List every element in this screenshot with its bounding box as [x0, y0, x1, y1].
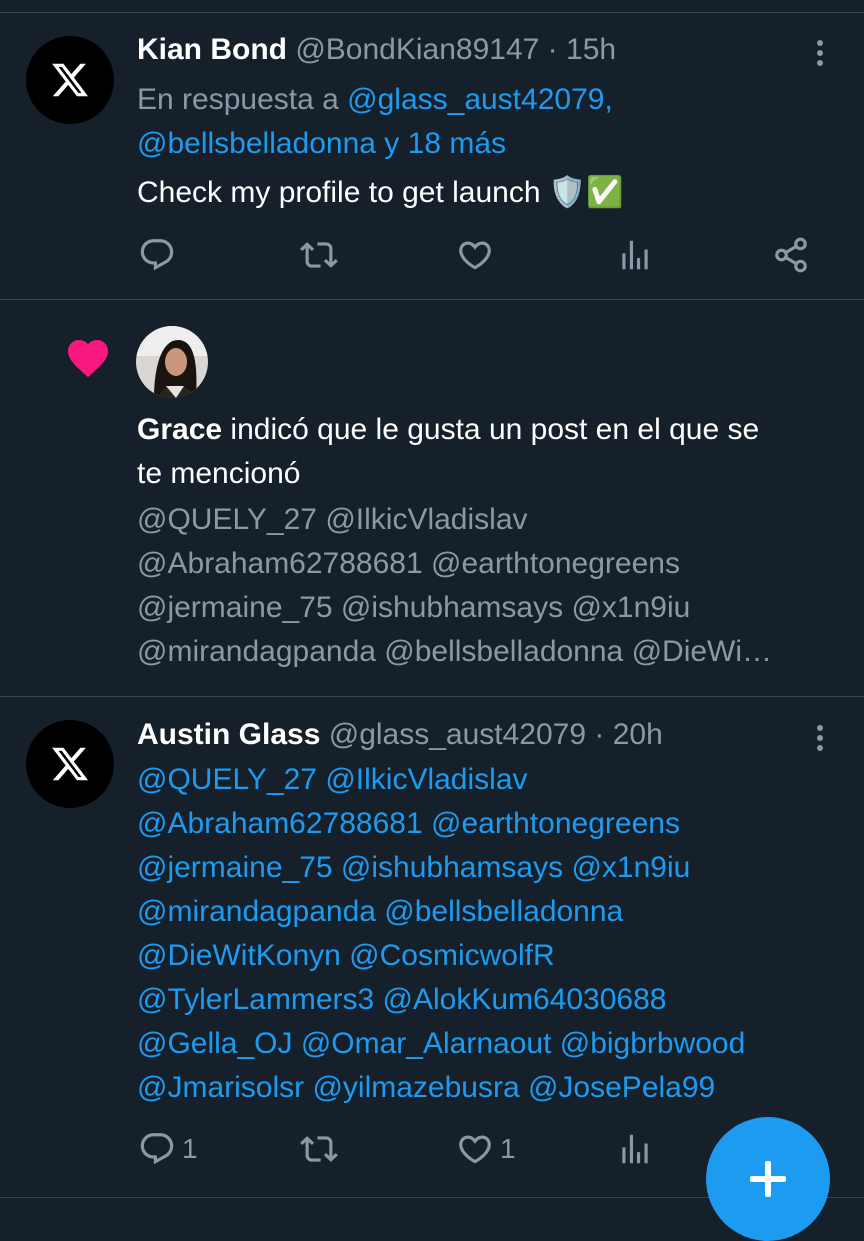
mentions-line: @mirandagpanda @bellsbelladonna @DieWi… — [137, 635, 773, 668]
reply-mention-link[interactable]: @bellsbelladonna y 18 más — [137, 122, 506, 166]
profile-photo — [136, 326, 208, 398]
like-button[interactable]: 1 — [456, 1130, 516, 1168]
reply-prefix: En respuesta a — [137, 83, 339, 116]
mention-line[interactable]: @Jmarisolsr @yilmazebusra @JosePela99 — [137, 1066, 715, 1110]
mention-line[interactable]: @TylerLammers3 @AlokKum64030688 — [137, 978, 666, 1022]
views-icon — [622, 1134, 648, 1164]
repost-icon — [300, 242, 338, 268]
separator: · — [547, 33, 558, 66]
reply-count: 1 — [182, 1133, 198, 1164]
share-button[interactable] — [772, 236, 810, 274]
reply-icon — [140, 239, 174, 271]
timestamp[interactable]: 15h — [566, 33, 616, 66]
more-options-icon[interactable] — [812, 40, 828, 70]
share-icon — [775, 237, 807, 273]
notification-text: Grace indicó que le gusta un post en el … — [137, 408, 837, 452]
avatar[interactable] — [26, 36, 114, 124]
reply-icon — [140, 1133, 174, 1165]
author-name[interactable]: Austin Glass — [137, 718, 320, 751]
mention-line[interactable]: @QUELY_27 @IlkicVladislav — [137, 758, 528, 802]
x-logo-icon — [52, 747, 89, 781]
compose-button[interactable] — [706, 1117, 830, 1241]
views-button[interactable] — [616, 236, 654, 274]
like-button[interactable] — [456, 236, 494, 274]
like-count: 1 — [500, 1133, 516, 1164]
author-handle[interactable]: @BondKian89147 — [295, 33, 539, 66]
reply-mention-link[interactable]: @glass_aust42079, — [347, 83, 613, 116]
timestamp[interactable]: 20h — [613, 718, 663, 751]
mentions-line: @jermaine_75 @ishubhamsays @x1n9iu — [137, 591, 691, 624]
repost-icon — [300, 1136, 338, 1162]
mention-line[interactable]: @mirandagpanda @bellsbelladonna — [137, 890, 623, 934]
plus-icon — [750, 1161, 786, 1197]
mentions-line: @Abraham62788681 @earthtonegreens — [137, 547, 680, 580]
heart-outline-icon — [459, 1135, 491, 1164]
reply-button[interactable] — [138, 236, 176, 274]
top-divider — [0, 12, 864, 13]
notification-message-cont: te mencionó — [137, 457, 301, 490]
reply-button[interactable]: 1 — [138, 1130, 198, 1168]
divider — [0, 299, 864, 300]
mentions-line: @QUELY_27 @IlkicVladislav — [137, 503, 528, 536]
repost-button[interactable] — [300, 1130, 338, 1168]
views-button[interactable] — [616, 1130, 654, 1168]
avatar[interactable] — [136, 326, 208, 398]
divider — [0, 696, 864, 697]
heart-icon — [68, 340, 108, 378]
tweet-actions — [138, 236, 828, 280]
repost-button[interactable] — [300, 236, 338, 274]
x-logo-icon — [52, 63, 89, 97]
mention-line[interactable]: @jermaine_75 @ishubhamsays @x1n9iu — [137, 846, 690, 890]
tweet-header: Austin Glass @glass_aust42079 · 20h — [137, 715, 663, 755]
tweet-body: Check my profile to get launch 🛡️✅ — [137, 176, 624, 209]
separator: · — [594, 718, 605, 751]
mention-line[interactable]: @Gella_OJ @Omar_Alarnaout @bigbrbwood — [137, 1022, 745, 1066]
tweet-header: Kian Bond @BondKian89147 · 15h — [137, 30, 616, 70]
reply-context: En respuesta a @glass_aust42079, — [137, 78, 613, 122]
avatar[interactable] — [26, 720, 114, 808]
author-handle[interactable]: @glass_aust42079 — [329, 718, 586, 751]
heart-outline-icon — [459, 241, 491, 270]
views-icon — [622, 240, 648, 270]
author-name[interactable]: Kian Bond — [137, 33, 287, 66]
liker-name[interactable]: Grace — [137, 413, 222, 446]
notification-message: indicó que le gusta un post en el que se — [230, 413, 760, 446]
more-options-icon[interactable] — [812, 725, 828, 755]
mention-line[interactable]: @Abraham62788681 @earthtonegreens — [137, 802, 680, 846]
mention-line[interactable]: @DieWitKonyn @CosmicwolfR — [137, 934, 555, 978]
